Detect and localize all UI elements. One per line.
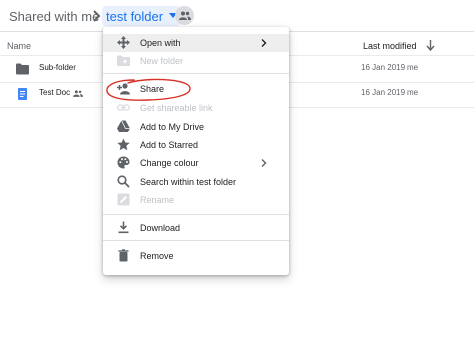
chevron-right-icon [261, 39, 267, 47]
menu-item-label: Get shareable link [140, 103, 213, 113]
palette-icon [117, 156, 130, 169]
menu-item-label: Download [140, 223, 181, 233]
download-icon [118, 221, 129, 234]
doc-icon [18, 88, 27, 100]
star-icon [117, 138, 130, 151]
red-circle-annotation [106, 78, 191, 101]
arrow-down-icon[interactable] [426, 40, 435, 51]
file-name: Test Doc [39, 88, 71, 97]
menu-item-label: Rename [140, 195, 175, 205]
menu-item-add-to-starred[interactable]: Add to Starred [103, 136, 289, 154]
menu-item-label: Search within test folder [140, 177, 237, 187]
rename-icon [117, 193, 130, 206]
folder-icon [16, 63, 29, 75]
menu-item-download[interactable]: Download [103, 219, 289, 237]
menu-divider [103, 214, 289, 215]
menu-item-label: New folder [140, 56, 184, 66]
breadcrumb-current-folder[interactable]: test folder [102, 6, 182, 26]
menu-item-change-colour[interactable]: Change colour [103, 154, 289, 172]
menu-divider [103, 73, 289, 74]
menu-item-label: Add to My Drive [140, 122, 205, 132]
menu-item-label: Open with [140, 38, 181, 48]
menu-item-label: Add to Starred [140, 140, 199, 150]
chevron-right-icon [261, 159, 267, 167]
chevron-right-icon [93, 10, 101, 22]
open-with-icon [117, 36, 130, 49]
shared-people-button[interactable] [175, 6, 194, 25]
file-owner: me [407, 88, 419, 97]
file-date: 16 Jan 2019 [361, 88, 406, 97]
column-header-name[interactable]: Name [7, 41, 31, 51]
column-header-last-modified[interactable]: Last modified [363, 41, 417, 51]
breadcrumb-current-label: test folder [106, 8, 164, 24]
menu-item-add-to-my-drive[interactable]: Add to My Drive [103, 118, 289, 136]
menu-item-remove[interactable]: Remove [103, 247, 289, 265]
menu-item-label: Remove [140, 251, 174, 261]
people-icon [178, 11, 191, 20]
menu-item-label: Change colour [140, 158, 199, 168]
file-date: 16 Jan 2019 [361, 63, 406, 72]
context-menu: Open with New folder Share Get shareable… [103, 27, 289, 275]
trash-icon [118, 249, 129, 262]
drive-icon [117, 120, 130, 132]
breadcrumb-root[interactable]: Shared with me [9, 9, 99, 24]
menu-item-new-folder[interactable]: New folder [103, 52, 289, 70]
new-folder-icon [117, 55, 130, 66]
search-icon [117, 175, 130, 188]
menu-item-rename[interactable]: Rename [103, 191, 289, 209]
menu-item-open-with[interactable]: Open with [103, 34, 289, 52]
menu-item-search-within[interactable]: Search within test folder [103, 173, 289, 191]
shared-people-icon [73, 90, 83, 97]
file-owner: me [407, 63, 419, 72]
file-name: Sub-folder [39, 63, 76, 72]
menu-divider [103, 240, 289, 241]
